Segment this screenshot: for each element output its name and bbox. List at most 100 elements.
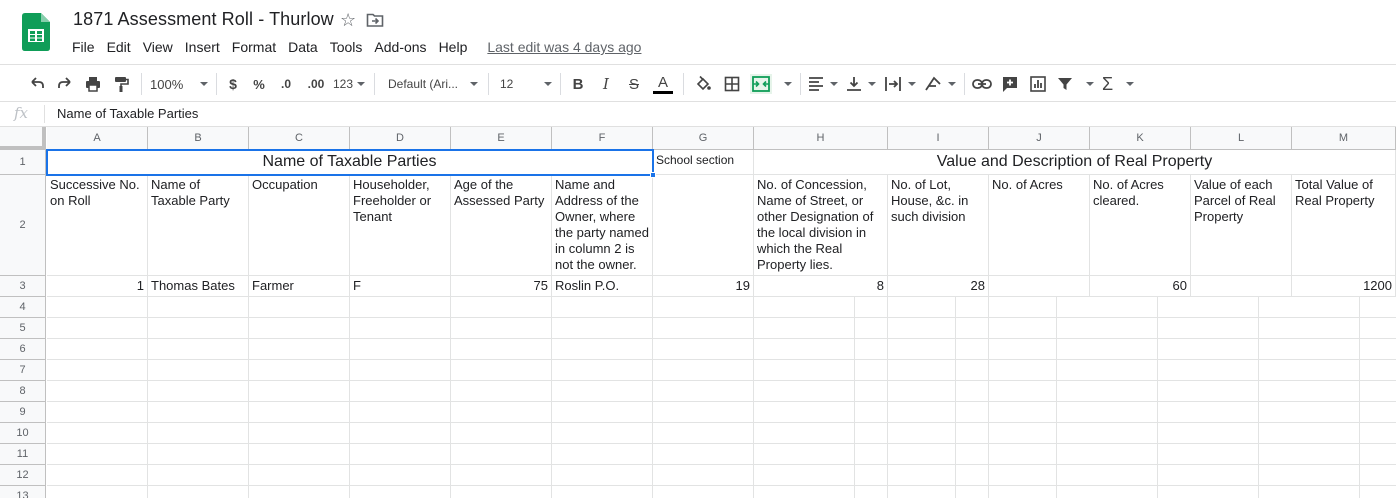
currency-format-button[interactable]: $ — [224, 72, 242, 96]
row-header-3[interactable]: 3 — [0, 276, 46, 297]
row-header-9[interactable]: 9 — [0, 402, 46, 423]
strikethrough-button[interactable]: S — [624, 72, 644, 96]
text-wrapping-button[interactable] — [884, 72, 916, 96]
cell-h1-merged[interactable]: Value and Description of Real Property — [754, 150, 1396, 175]
document-title[interactable]: 1871 Assessment Roll - Thurlow — [73, 9, 334, 30]
row-header-8[interactable]: 8 — [0, 381, 46, 402]
column-header-i[interactable]: I — [888, 127, 989, 150]
increase-decimal-button[interactable]: .00 — [303, 72, 329, 96]
cell-m2[interactable]: Total Value of Real Property — [1292, 175, 1396, 276]
column-header-b[interactable]: B — [148, 127, 249, 150]
cell-i2[interactable]: No. of Lot, House, &c. in such division — [888, 175, 989, 276]
cell-d3[interactable]: F — [350, 276, 451, 297]
cell-g1[interactable]: School section — [653, 150, 754, 175]
column-header-j[interactable]: J — [989, 127, 1090, 150]
italic-button[interactable]: I — [596, 72, 616, 96]
move-to-folder-icon[interactable] — [366, 11, 384, 29]
menu-data[interactable]: Data — [282, 36, 324, 58]
cell-a1-merged[interactable]: Name of Taxable Parties — [47, 150, 653, 175]
menu-view[interactable]: View — [137, 36, 179, 58]
zoom-select[interactable]: 100% — [150, 72, 208, 96]
cell-k3[interactable]: 60 — [1090, 276, 1191, 297]
empty-cells-area[interactable] — [47, 297, 1396, 498]
row-header-7[interactable]: 7 — [0, 360, 46, 381]
merge-cells-button[interactable] — [750, 72, 792, 96]
row-header-10[interactable]: 10 — [0, 423, 46, 444]
borders-icon[interactable] — [722, 72, 742, 96]
undo-icon[interactable] — [26, 72, 48, 96]
last-edit-link[interactable]: Last edit was 4 days ago — [487, 36, 641, 58]
cell-j2[interactable]: No. of Acres — [989, 175, 1090, 276]
text-color-button[interactable]: A — [652, 72, 674, 96]
horizontal-align-button[interactable] — [808, 72, 838, 96]
star-icon[interactable]: ☆ — [340, 10, 358, 30]
decrease-decimal-button[interactable]: .0 — [276, 72, 296, 96]
paint-format-icon[interactable] — [110, 72, 132, 96]
column-header-a[interactable]: A — [47, 127, 148, 150]
column-header-k[interactable]: K — [1090, 127, 1191, 150]
cell-b2[interactable]: Name of Taxable Party — [148, 175, 249, 276]
cell-b3[interactable]: Thomas Bates — [148, 276, 249, 297]
cell-h3[interactable]: 8 — [754, 276, 888, 297]
row-header-5[interactable]: 5 — [0, 318, 46, 339]
column-header-c[interactable]: C — [249, 127, 350, 150]
cell-j3[interactable] — [989, 276, 1090, 297]
cell-d2[interactable]: Householder, Freeholder or Tenant — [350, 175, 451, 276]
select-all-corner[interactable] — [0, 127, 46, 150]
menu-file[interactable]: File — [66, 36, 101, 58]
row-header-1[interactable]: 1 — [0, 150, 46, 175]
row-header-6[interactable]: 6 — [0, 339, 46, 360]
column-header-m[interactable]: M — [1292, 127, 1396, 150]
column-header-l[interactable]: L — [1191, 127, 1292, 150]
cell-a2[interactable]: Successive No. on Roll — [47, 175, 148, 276]
cell-m3[interactable]: 1200 — [1292, 276, 1396, 297]
column-header-d[interactable]: D — [350, 127, 451, 150]
font-family-select[interactable]: Default (Ari... — [388, 72, 478, 96]
menu-tools[interactable]: Tools — [324, 36, 369, 58]
cell-f3[interactable]: Roslin P.O. — [552, 276, 653, 297]
percent-format-button[interactable]: % — [250, 72, 268, 96]
fill-handle[interactable] — [650, 172, 656, 178]
menu-format[interactable]: Format — [226, 36, 282, 58]
menu-addons[interactable]: Add-ons — [368, 36, 432, 58]
cell-c3[interactable]: Farmer — [249, 276, 350, 297]
text-rotation-button[interactable] — [924, 72, 956, 96]
menu-edit[interactable]: Edit — [101, 36, 137, 58]
cell-c2[interactable]: Occupation — [249, 175, 350, 276]
cell-i3[interactable]: 28 — [888, 276, 989, 297]
bold-button[interactable]: B — [568, 72, 588, 96]
row-header-4[interactable]: 4 — [0, 297, 46, 318]
insert-comment-icon[interactable] — [1000, 72, 1020, 96]
font-size-select[interactable]: 12 — [500, 72, 552, 96]
column-header-g[interactable]: G — [653, 127, 754, 150]
cell-g2[interactable] — [653, 175, 754, 276]
sheets-logo-icon[interactable] — [22, 13, 50, 51]
cell-a3[interactable]: 1 — [47, 276, 148, 297]
cell-k2[interactable]: No. of Acres cleared. — [1090, 175, 1191, 276]
cell-e3[interactable]: 75 — [451, 276, 552, 297]
more-formats-button[interactable]: 123 — [333, 72, 365, 96]
row-header-11[interactable]: 11 — [0, 444, 46, 465]
vertical-align-button[interactable] — [846, 72, 876, 96]
formula-input[interactable]: Name of Taxable Parties — [57, 106, 198, 121]
row-header-12[interactable]: 12 — [0, 465, 46, 486]
menu-insert[interactable]: Insert — [179, 36, 226, 58]
cell-h2[interactable]: No. of Concession, Name of Street, or ot… — [754, 175, 888, 276]
cell-e2[interactable]: Age of the Assessed Party — [451, 175, 552, 276]
row-header-13[interactable]: 13 — [0, 486, 46, 498]
cell-f2[interactable]: Name and Address of the Owner, where the… — [552, 175, 653, 276]
fill-color-icon[interactable] — [693, 72, 713, 96]
menu-help[interactable]: Help — [433, 36, 474, 58]
functions-button[interactable]: Σ — [1102, 72, 1134, 96]
print-icon[interactable] — [82, 72, 104, 96]
filter-button[interactable] — [1056, 72, 1094, 96]
insert-link-icon[interactable] — [972, 72, 992, 96]
row-header-2[interactable]: 2 — [0, 175, 46, 276]
column-header-h[interactable]: H — [754, 127, 888, 150]
cell-l3[interactable] — [1191, 276, 1292, 297]
column-header-e[interactable]: E — [451, 127, 552, 150]
column-header-f[interactable]: F — [552, 127, 653, 150]
insert-chart-icon[interactable] — [1028, 72, 1048, 96]
cell-g3[interactable]: 19 — [653, 276, 754, 297]
redo-icon[interactable] — [54, 72, 76, 96]
